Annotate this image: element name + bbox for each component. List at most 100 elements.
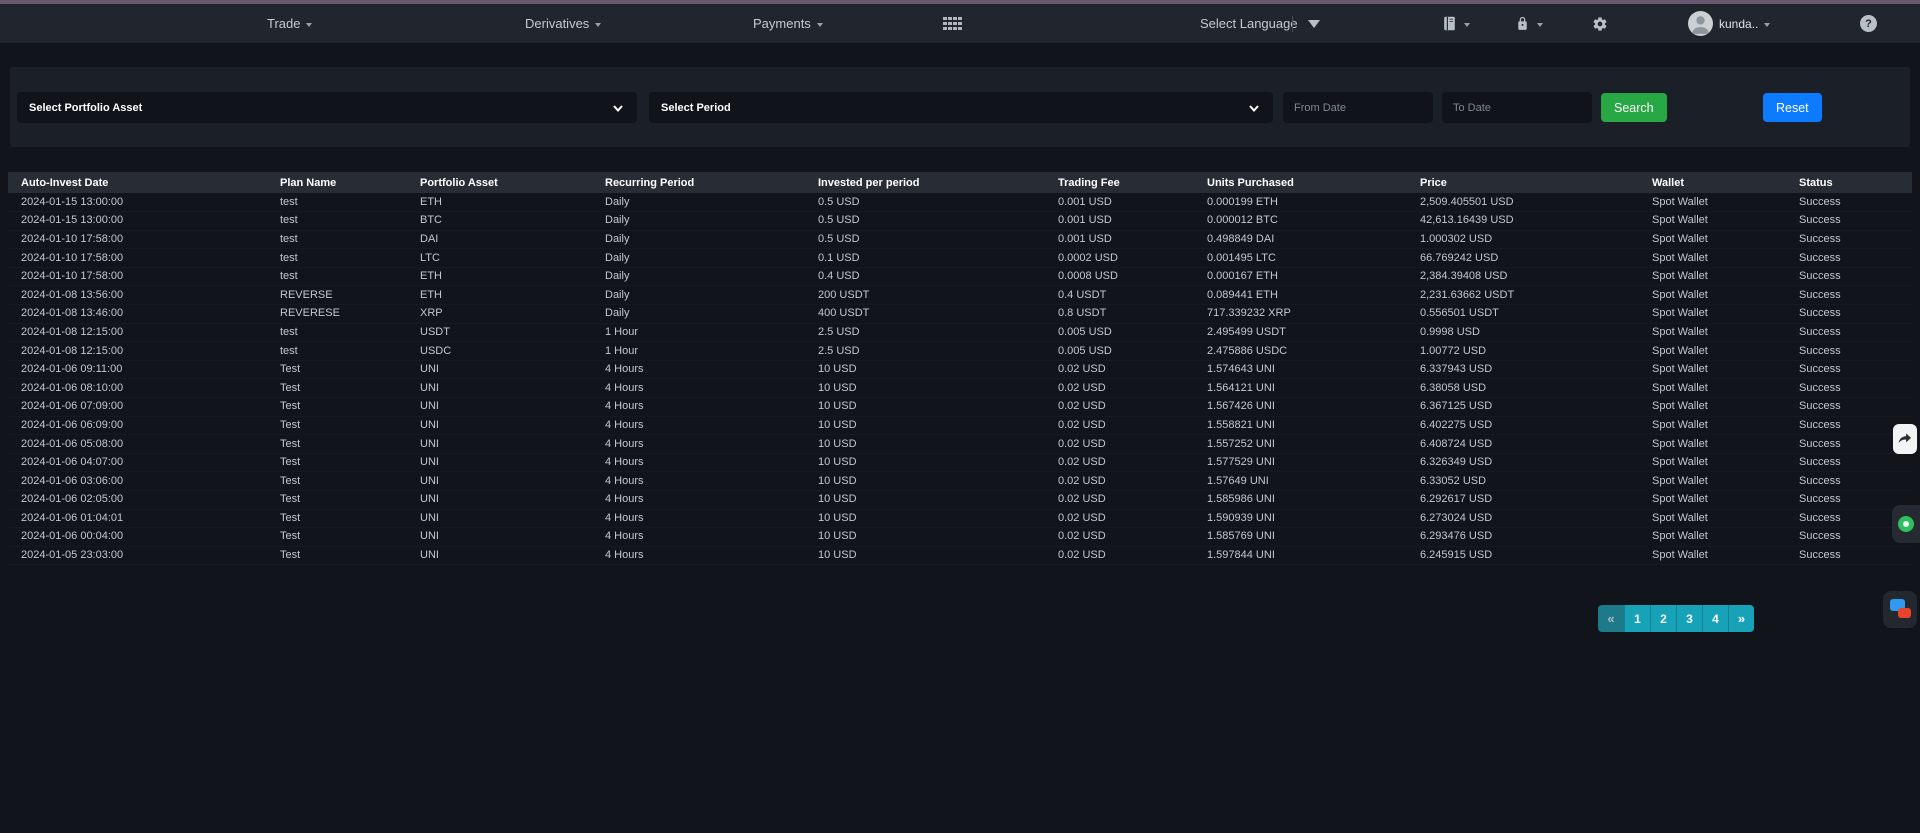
table-cell: test <box>267 323 407 342</box>
username: kunda.. <box>1719 17 1758 31</box>
table-cell: Spot Wallet <box>1639 546 1786 565</box>
pagination-page-1[interactable]: 1 <box>1624 605 1650 632</box>
user-menu[interactable]: kunda.. <box>1688 4 1770 43</box>
table-cell: 4 Hours <box>592 360 805 379</box>
table-cell: 0.001 USD <box>1045 193 1194 212</box>
feedback-widget-button[interactable] <box>1883 591 1917 628</box>
pagination-page-2[interactable]: 2 <box>1650 605 1676 632</box>
table-cell: UNI <box>407 509 592 528</box>
language-divider <box>1292 4 1293 43</box>
language-selector[interactable]: Select Language <box>1200 4 1298 43</box>
table-cell: 4 Hours <box>592 453 805 472</box>
table-cell: Spot Wallet <box>1639 528 1786 547</box>
reset-button[interactable]: Reset <box>1763 93 1822 122</box>
column-header-plan-name: Plan Name <box>267 172 407 193</box>
table-cell: Test <box>267 416 407 435</box>
column-header-auto-invest-date: Auto-Invest Date <box>8 172 267 193</box>
table-cell: ETH <box>407 193 592 212</box>
table-cell: 0.556501 USDT <box>1407 305 1639 324</box>
share-widget-button[interactable] <box>1893 424 1917 454</box>
table-cell: 1.567426 UNI <box>1194 398 1407 417</box>
pagination-page-3[interactable]: 3 <box>1676 605 1702 632</box>
table-cell: 0.5 USD <box>805 230 1045 249</box>
help-button[interactable]: ? <box>1860 4 1877 43</box>
table-cell: 2,231.63662 USDT <box>1407 286 1639 305</box>
search-button[interactable]: Search <box>1601 93 1667 122</box>
to-date-input[interactable] <box>1442 92 1592 123</box>
share-arrow-icon <box>1896 430 1914 448</box>
column-header-price: Price <box>1407 172 1639 193</box>
column-header-status: Status <box>1786 172 1912 193</box>
table-row: 2024-01-10 17:58:00testLTCDaily0.1 USD0.… <box>8 249 1912 268</box>
table-cell: 0.02 USD <box>1045 379 1194 398</box>
pagination-page-4[interactable]: 4 <box>1702 605 1728 632</box>
table-cell: 4 Hours <box>592 509 805 528</box>
pagination-next-button[interactable]: » <box>1728 605 1754 632</box>
table-cell: 2024-01-06 07:09:00 <box>8 398 267 417</box>
table-cell: Test <box>267 453 407 472</box>
pagination-prev-button[interactable]: « <box>1598 605 1624 632</box>
table-row: 2024-01-06 03:06:00TestUNI4 Hours10 USD0… <box>8 472 1912 491</box>
period-select[interactable]: Select Period <box>649 92 1273 123</box>
table-cell: 4 Hours <box>592 491 805 510</box>
table-cell: 0.4 USDT <box>1045 286 1194 305</box>
table-cell: ETH <box>407 286 592 305</box>
table-cell: Test <box>267 472 407 491</box>
portfolio-asset-select[interactable]: Select Portfolio Asset <box>17 92 637 123</box>
portfolio-asset-select-value: Select Portfolio Asset <box>29 102 142 114</box>
from-date-input[interactable] <box>1283 92 1433 123</box>
table-cell: 200 USDT <box>805 286 1045 305</box>
table-cell: 1.564121 UNI <box>1194 379 1407 398</box>
table-cell: Spot Wallet <box>1639 416 1786 435</box>
table-cell: 0.089441 ETH <box>1194 286 1407 305</box>
wallet-menu-button[interactable] <box>1514 4 1543 43</box>
table-cell: 10 USD <box>805 491 1045 510</box>
nav-menu-payments[interactable]: Payments <box>753 4 823 43</box>
language-dropdown-button[interactable] <box>1308 4 1320 43</box>
table-cell: 10 USD <box>805 435 1045 454</box>
table-row: 2024-01-10 17:58:00testDAIDaily0.5 USD0.… <box>8 230 1912 249</box>
table-cell: 2024-01-06 02:05:00 <box>8 491 267 510</box>
table-cell: Spot Wallet <box>1639 453 1786 472</box>
chevron-down-icon <box>595 23 601 27</box>
table-row: 2024-01-06 07:09:00TestUNI4 Hours10 USD0… <box>8 398 1912 417</box>
table-cell: 4 Hours <box>592 435 805 454</box>
table-cell: test <box>267 212 407 231</box>
table-cell: Success <box>1786 323 1912 342</box>
table-cell: 0.0002 USD <box>1045 249 1194 268</box>
table-cell: 1.590939 UNI <box>1194 509 1407 528</box>
table-cell: 1.585986 UNI <box>1194 491 1407 510</box>
table-cell: test <box>267 267 407 286</box>
top-navbar: Trade Derivatives Payments Select Langua… <box>0 4 1920 43</box>
table-cell: Spot Wallet <box>1639 342 1786 361</box>
table-cell: 10 USD <box>805 379 1045 398</box>
table-cell: Spot Wallet <box>1639 267 1786 286</box>
table-cell: Success <box>1786 193 1912 212</box>
table-cell: Success <box>1786 398 1912 417</box>
table-cell: test <box>267 193 407 212</box>
nav-menu-trade[interactable]: Trade <box>267 4 312 43</box>
column-header-wallet: Wallet <box>1639 172 1786 193</box>
table-cell: 6.367125 USD <box>1407 398 1639 417</box>
table-cell: USDC <box>407 342 592 361</box>
settings-button[interactable] <box>1592 4 1608 43</box>
table-cell: 0.02 USD <box>1045 453 1194 472</box>
table-cell: Success <box>1786 267 1912 286</box>
chat-widget-button[interactable] <box>1892 505 1920 543</box>
table-cell: 10 USD <box>805 453 1045 472</box>
table-cell: 2024-01-06 05:08:00 <box>8 435 267 454</box>
table-cell: test <box>267 230 407 249</box>
nav-menu-derivatives[interactable]: Derivatives <box>525 4 601 43</box>
table-cell: 2,384.39408 USD <box>1407 267 1639 286</box>
table-cell: 6.326349 USD <box>1407 453 1639 472</box>
table-body: 2024-01-15 13:00:00testETHDaily0.5 USD0.… <box>8 193 1912 565</box>
table-cell: 1 Hour <box>592 323 805 342</box>
table-cell: 0.005 USD <box>1045 323 1194 342</box>
table-cell: 2024-01-08 12:15:00 <box>8 323 267 342</box>
table-cell: 4 Hours <box>592 379 805 398</box>
apps-grid-button[interactable] <box>943 4 962 43</box>
table-cell: 2024-01-10 17:58:00 <box>8 267 267 286</box>
table-cell: UNI <box>407 360 592 379</box>
table-cell: 1.557252 UNI <box>1194 435 1407 454</box>
orders-menu-button[interactable] <box>1441 4 1470 43</box>
